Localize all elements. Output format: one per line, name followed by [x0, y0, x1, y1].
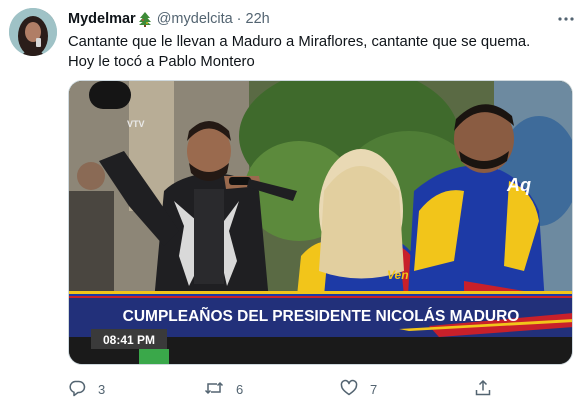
author-handle[interactable]: @mydelcita — [157, 11, 233, 27]
reply-button[interactable]: 3 — [68, 378, 105, 400]
tweet-text-line: Cantante que le llevan a Maduro a Mirafl… — [68, 34, 531, 50]
tweet-media[interactable]: VTV Aq Ven CUMPLEAÑOS DEL PRESIDENTE NIC… — [68, 80, 573, 365]
jacket-text: Aq — [506, 175, 531, 195]
author-name[interactable]: Mydelmar — [68, 11, 136, 27]
tweet-text: Cantante que le llevan a Maduro a Mirafl… — [68, 33, 573, 72]
reply-icon — [68, 379, 86, 400]
media-image: VTV Aq Ven CUMPLEAÑOS DEL PRESIDENTE NIC… — [69, 81, 572, 364]
tweet-timestamp[interactable]: 22h — [246, 11, 270, 27]
retweet-button[interactable]: 6 — [204, 378, 243, 400]
shirt-text: Ven — [387, 268, 409, 282]
svg-text:VTV: VTV — [127, 119, 145, 129]
tweet-actions: 3 6 7 — [68, 378, 498, 400]
avatar[interactable] — [9, 8, 57, 56]
avatar-image — [9, 8, 57, 56]
retweet-count: 6 — [236, 381, 244, 397]
retweet-icon — [204, 379, 224, 400]
more-icon[interactable] — [557, 10, 575, 28]
broadcast-banner: CUMPLEAÑOS DEL PRESIDENTE NICOLÁS MADURO — [123, 307, 520, 325]
like-count: 7 — [370, 381, 378, 397]
separator-dot: · — [236, 11, 242, 27]
tweet-text-line: Hoy le tocó a Pablo Montero — [68, 53, 255, 70]
like-button[interactable]: 7 — [340, 378, 377, 400]
reply-count: 3 — [98, 381, 106, 397]
like-icon — [340, 379, 358, 400]
broadcast-clock: 08:41 PM — [103, 333, 155, 347]
christmas-tree-icon — [138, 11, 152, 27]
share-icon — [474, 379, 492, 400]
tweet-header: Mydelmar @mydelcita · 22h — [68, 10, 270, 28]
tweet[interactable]: Mydelmar @mydelcita · 22h Cantante que l… — [0, 0, 588, 407]
share-button[interactable] — [474, 378, 492, 400]
